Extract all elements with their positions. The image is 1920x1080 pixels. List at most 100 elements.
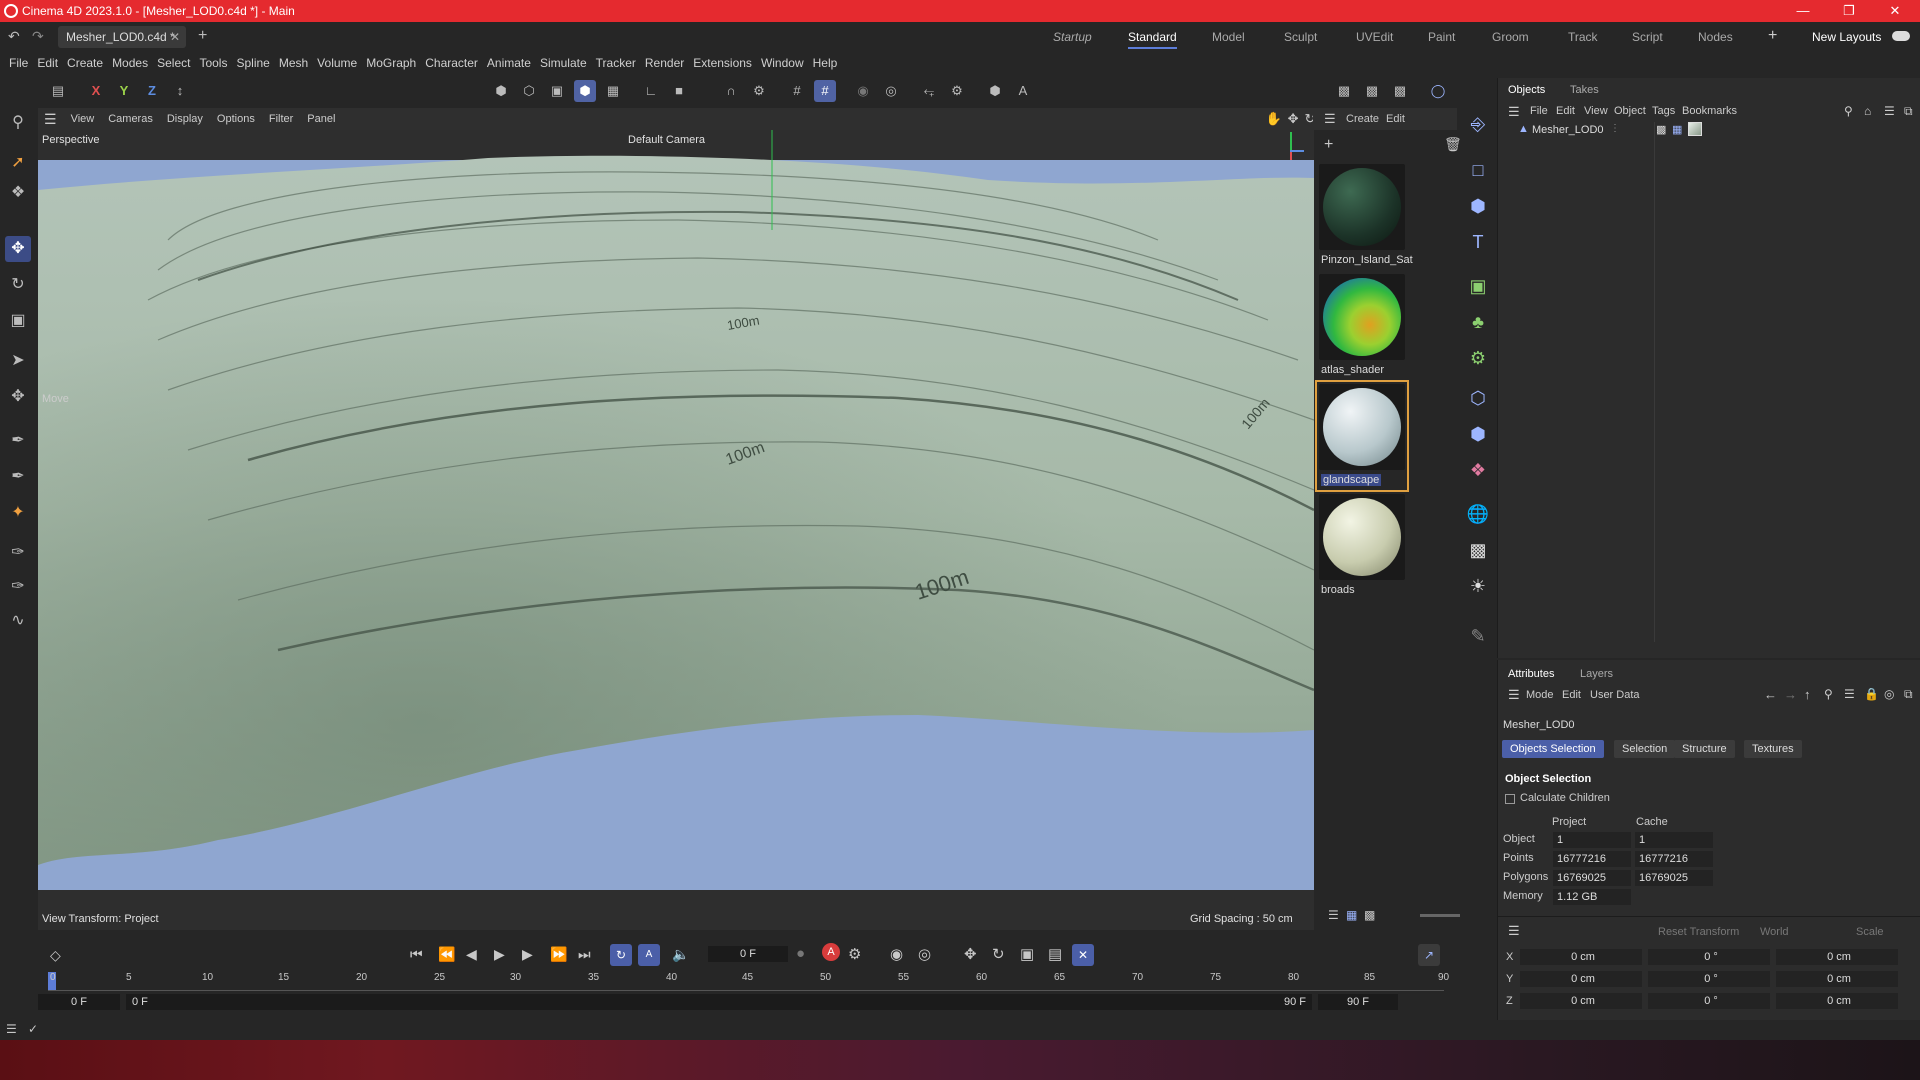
tweak-icon[interactable]: ⬢ — [984, 80, 1006, 102]
live-selection-icon[interactable]: ➚ — [5, 150, 31, 176]
workplane-snap-icon[interactable]: # — [814, 80, 836, 102]
snap-move-icon[interactable]: ✥ — [5, 384, 31, 410]
knife-tool-icon[interactable]: ✦ — [5, 500, 31, 526]
uvw-tag-icon[interactable]: ▦ — [1672, 123, 1682, 136]
edges-mode-icon[interactable]: ⬡ — [518, 80, 540, 102]
cube-icon[interactable]: ⬢ — [1464, 192, 1492, 220]
text-spline-icon[interactable]: T — [1464, 228, 1492, 256]
rotation-field[interactable]: 0 ° — [1648, 949, 1770, 965]
position-field[interactable]: 0 cm — [1520, 993, 1642, 1009]
coords-hamburger-icon[interactable]: ☰ — [1508, 923, 1520, 939]
x-axis-toggle[interactable]: X — [85, 80, 107, 102]
render-view-icon[interactable]: ▩ — [1333, 80, 1355, 102]
forward-arrow-icon[interactable]: → — [1784, 687, 1797, 702]
close-tab-icon[interactable]: ✕ — [170, 26, 180, 48]
new-layouts-label[interactable]: New Layouts — [1812, 30, 1881, 44]
field-icon[interactable]: ⬡ — [1464, 384, 1492, 412]
layout-track[interactable]: Track — [1568, 30, 1598, 44]
attributes-menu-userdata[interactable]: User Data — [1590, 689, 1640, 701]
volume-icon[interactable]: ⬢ — [1464, 420, 1492, 448]
autokey-icon[interactable]: A — [822, 943, 840, 961]
large-view-icon[interactable]: ▩ — [1364, 908, 1375, 922]
target-icon[interactable]: ◎ — [1884, 687, 1894, 701]
3d-viewport[interactable]: 100m 100m 100m 100m Perspective Default … — [38, 130, 1314, 930]
back-arrow-icon[interactable]: ← — [1764, 687, 1777, 702]
transform-icon[interactable]: ❖ — [5, 180, 31, 206]
material-menu-create[interactable]: Create — [1346, 113, 1379, 125]
objects-filter-icon[interactable]: ☰ — [1884, 104, 1895, 118]
tab-attributes[interactable]: Attributes — [1508, 668, 1554, 680]
add-tab-icon[interactable]: + — [198, 27, 207, 45]
material-tag-icon[interactable]: ✎ — [1464, 622, 1492, 650]
scale-key-icon[interactable]: ▣ — [1020, 945, 1034, 963]
menu-mograph[interactable]: MoGraph — [366, 56, 416, 70]
keyframe-selection-icon[interactable]: ⚙ — [848, 945, 861, 963]
menu-edit[interactable]: Edit — [37, 56, 58, 70]
rotate-tool-icon[interactable]: ↻ — [5, 272, 31, 298]
scale-field[interactable]: 0 cm — [1776, 993, 1898, 1009]
objects-menu-tags[interactable]: Tags — [1652, 105, 1675, 117]
scale-tool-icon[interactable]: ▣ — [5, 308, 31, 334]
objects-search-icon[interactable]: ⚲ — [1844, 104, 1853, 118]
symmetry-icon[interactable]: ⥆ — [918, 80, 940, 102]
position-key-icon[interactable]: ✥ — [964, 945, 977, 963]
next-frame-icon[interactable]: ▶ — [522, 946, 533, 963]
calculate-children-checkbox[interactable] — [1505, 794, 1515, 804]
layout-nodes[interactable]: Nodes — [1698, 30, 1733, 44]
menu-mesh[interactable]: Mesh — [279, 56, 308, 70]
workplane-icon[interactable]: ▤ — [47, 80, 69, 102]
up-arrow-icon[interactable]: ↑ — [1804, 687, 1811, 702]
lock-icon[interactable]: 🔒 — [1864, 687, 1879, 701]
grid-snap-icon[interactable]: # — [786, 80, 808, 102]
polygons-mode-icon[interactable]: ▣ — [546, 80, 568, 102]
phong-tag-icon[interactable]: ▩ — [1656, 123, 1666, 136]
layout-toggle[interactable] — [1892, 31, 1910, 41]
tab-layers[interactable]: Layers — [1580, 668, 1613, 680]
loop-icon[interactable]: ↻ — [610, 944, 632, 966]
layout-model[interactable]: Model — [1212, 30, 1245, 44]
attributes-menu-edit[interactable]: Edit — [1562, 689, 1581, 701]
play-icon[interactable]: ▶ — [494, 946, 505, 963]
viewport-menu-cameras[interactable]: Cameras — [108, 113, 153, 125]
attributes-hamburger-icon[interactable]: ☰ — [1508, 687, 1520, 703]
layout-standard[interactable]: Standard — [1128, 30, 1177, 49]
close-button[interactable]: ✕ — [1872, 0, 1918, 22]
rotation-field[interactable]: 0 ° — [1648, 971, 1770, 987]
menu-spline[interactable]: Spline — [236, 56, 269, 70]
sculpt-icon[interactable]: ∿ — [5, 608, 31, 634]
current-frame-field[interactable]: 0 F — [708, 946, 788, 962]
paint-icon[interactable]: ✑ — [5, 574, 31, 600]
new-window-icon[interactable]: ⧉ — [1904, 687, 1913, 702]
interactive-render-icon[interactable]: ◎ — [880, 80, 902, 102]
auto-keyframe-mode-icon[interactable]: A — [638, 944, 660, 966]
viewport-menu-filter[interactable]: Filter — [269, 113, 293, 125]
layout-paint[interactable]: Paint — [1428, 30, 1455, 44]
viewport-camera-label[interactable]: Default Camera — [628, 134, 705, 146]
light-icon[interactable]: ☀ — [1464, 572, 1492, 600]
render-to-picture-viewer-icon[interactable]: ▩ — [1361, 80, 1383, 102]
subtab-structure[interactable]: Structure — [1674, 740, 1735, 758]
viewport-hamburger-icon[interactable]: ☰ — [44, 111, 57, 128]
cursor-select-icon[interactable]: ⎆ — [1464, 110, 1492, 138]
viewport-menu-options[interactable]: Options — [217, 113, 255, 125]
menu-character[interactable]: Character — [425, 56, 478, 70]
layout-startup[interactable]: Startup — [1053, 30, 1092, 44]
viewport-menu-panel[interactable]: Panel — [307, 113, 335, 125]
reset-transform-button[interactable]: Reset Transform — [1658, 926, 1739, 938]
material-hamburger-icon[interactable]: ☰ — [1324, 111, 1336, 127]
rotation-key-icon[interactable]: ↻ — [992, 945, 1005, 963]
layout-sculpt[interactable]: Sculpt — [1284, 30, 1317, 44]
menu-window[interactable]: Window — [761, 56, 804, 70]
coordinate-system-icon[interactable]: ↕ — [169, 80, 191, 102]
snap-settings-icon[interactable]: ⚙ — [748, 80, 770, 102]
axis-mode-icon[interactable]: ∟ — [640, 80, 662, 102]
menu-render[interactable]: Render — [645, 56, 684, 70]
objects-home-icon[interactable]: ⌂ — [1864, 104, 1871, 118]
pan-icon[interactable]: ✋ — [1265, 111, 1281, 127]
menu-volume[interactable]: Volume — [317, 56, 357, 70]
brush-icon[interactable]: ✑ — [5, 540, 31, 566]
zoom-search-icon[interactable]: ⚲ — [5, 110, 31, 136]
layout-script[interactable]: Script — [1632, 30, 1663, 44]
redshift-icon[interactable]: ◯ — [1427, 80, 1449, 102]
auto-key-icon[interactable]: A — [1012, 80, 1034, 102]
